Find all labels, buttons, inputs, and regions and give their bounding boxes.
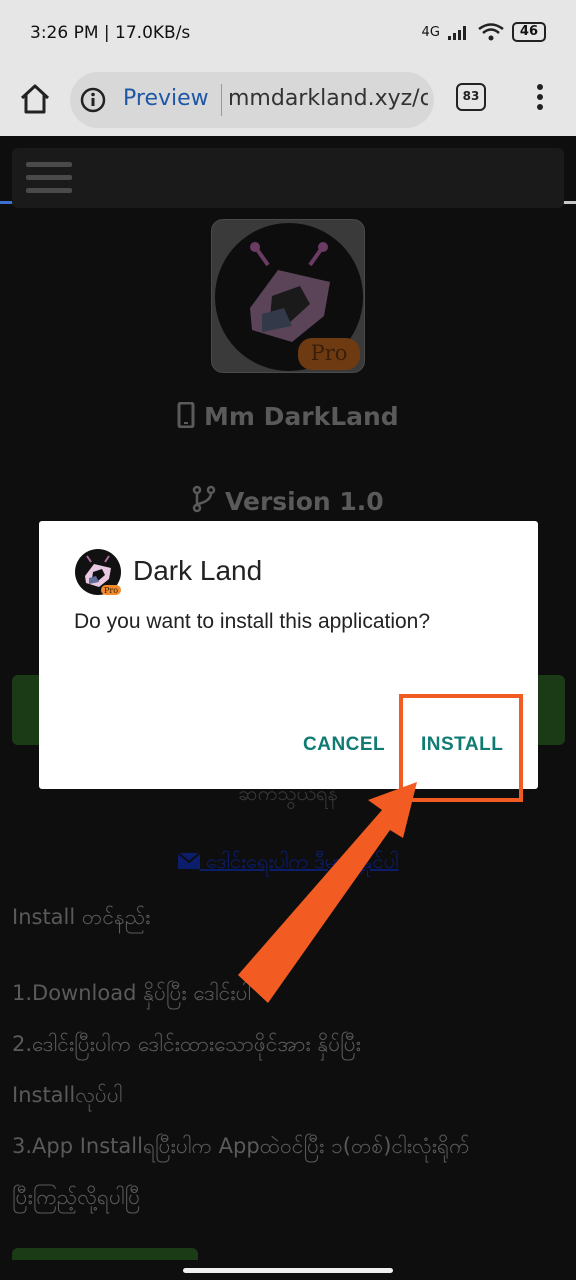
signal-icon [447, 26, 466, 40]
dialog-title: Dark Land [133, 555, 263, 586]
version-heading: Version 1.0 [0, 485, 576, 516]
install-step: 2.ဒေါင်းပြီးပါက ဒေါင်းထားသောဖိုင်အား နှိ… [12, 1032, 362, 1056]
network-label: 4G [421, 24, 440, 40]
install-heading: Install တင်နည်း [12, 905, 151, 929]
code-branch-icon [193, 485, 216, 513]
browser-toolbar: Preview mmdarkland.xyz/c 83 [0, 68, 576, 204]
more-options-icon[interactable] [530, 82, 550, 112]
info-icon[interactable] [80, 87, 106, 113]
contact-link[interactable]: ဒေါင်းရေးပါက ဒီမှာ ပို့နိုင်ပါ [0, 848, 576, 878]
wifi-icon [478, 23, 504, 41]
hamburger-menu-icon[interactable] [26, 162, 72, 196]
app-badge-text: Pro [311, 341, 348, 365]
preview-label[interactable]: Preview [123, 86, 209, 111]
darkland-logo-icon: Pro [215, 223, 363, 371]
status-bar: 3:26 PM | 17.0KB/s 4G 46 [0, 0, 576, 68]
cancel-button[interactable]: CANCEL [303, 734, 385, 756]
app-name-text: Mm DarkLand [204, 402, 399, 431]
contact-link-text[interactable]: ဒေါင်းရေးပါက ဒီမှာ ပို့နိုင်ပါ [206, 849, 398, 873]
install-step: Installလုပ်ပါ [12, 1083, 123, 1107]
status-time: 3:26 PM | 17.0KB/s [30, 23, 191, 43]
app-name-heading: Mm DarkLand [0, 401, 576, 431]
battery-indicator: 46 [511, 22, 546, 42]
gesture-nav-handle[interactable] [183, 1268, 393, 1273]
dialog-app-badge: Pro [104, 586, 118, 595]
secondary-button[interactable] [12, 1248, 198, 1260]
home-icon[interactable] [18, 82, 52, 116]
tab-count-button[interactable]: 83 [456, 83, 486, 111]
phone-icon [177, 401, 195, 429]
install-step: 1.Download နှိပ်ပြီး ဒေါင်းပါ [12, 981, 252, 1005]
install-step: ပြီးကြည့်လို့ရပါပြီ [12, 1185, 141, 1209]
envelope-icon [176, 852, 201, 869]
status-icons: 4G 46 [422, 22, 546, 42]
dialog-app-icon: Pro [75, 549, 121, 595]
app-logo: Pro [211, 219, 365, 373]
address-divider [221, 84, 222, 116]
address-bar[interactable]: Preview mmdarkland.xyz/c [70, 72, 434, 128]
site-navbar [12, 148, 564, 208]
install-step: 3.App Installရပြီးပါက Appထဲဝင်ပြီး ၁(တစ်… [12, 1134, 470, 1158]
dialog-message: Do you want to install this application? [74, 610, 431, 633]
version-text: Version 1.0 [225, 487, 384, 516]
install-highlight-box [399, 694, 523, 802]
url-text[interactable]: mmdarkland.xyz/c [228, 86, 428, 111]
